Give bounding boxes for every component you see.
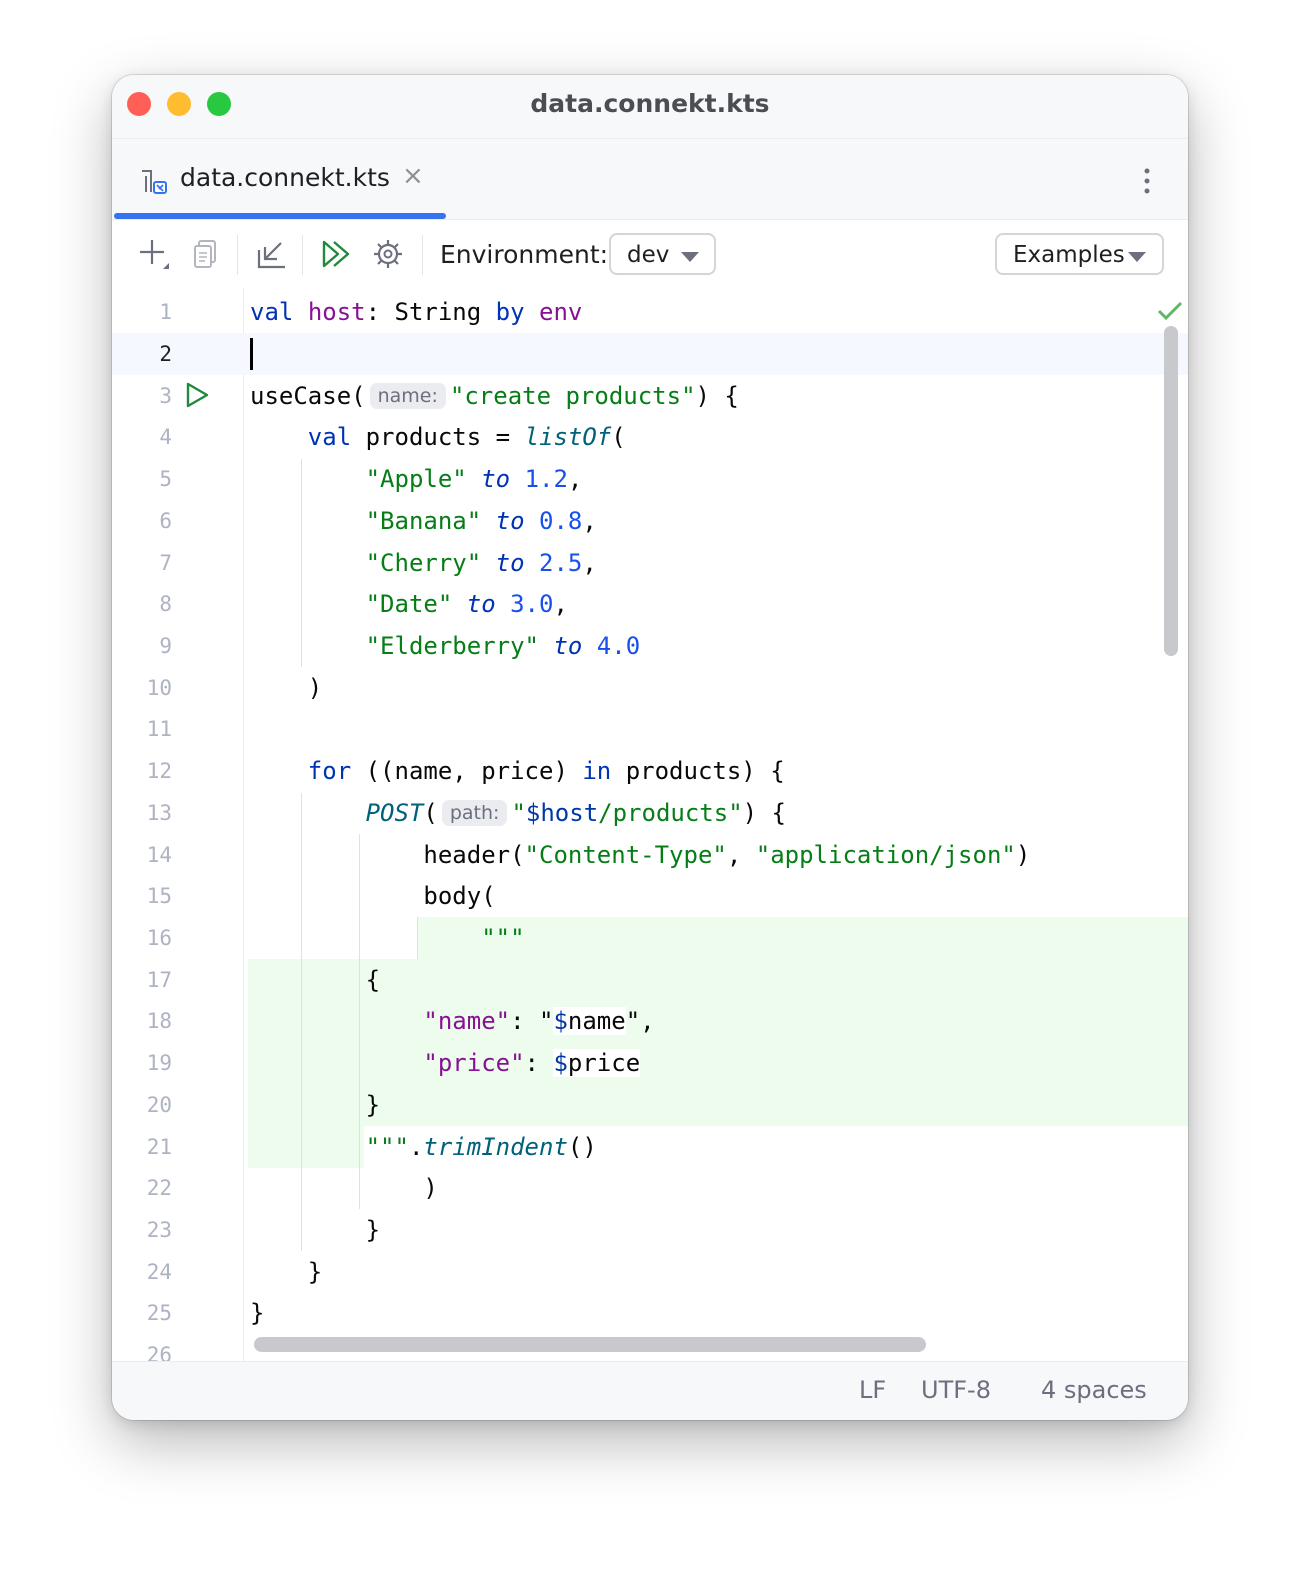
code-line-current: 2 [112, 333, 1188, 375]
text-caret [250, 338, 253, 370]
code-line: 24 } [112, 1251, 1188, 1293]
line-number: 19 [146, 1051, 172, 1075]
tab-data-connekt[interactable]: data.connekt.kts × [112, 139, 446, 219]
line-number: 3 [159, 384, 172, 408]
code-line: 22 ) [112, 1167, 1188, 1209]
environment-dropdown[interactable]: dev [609, 233, 716, 275]
code-line: 4 val products = listOf( [112, 416, 1188, 458]
connekt-file-icon [142, 170, 167, 194]
code-line: 10 ) [112, 667, 1188, 709]
code-line: 13 POST(path: "$host/products") { [112, 792, 1188, 834]
line-number: 23 [146, 1218, 172, 1242]
code-line: 6 "Banana" to 0.8, [112, 500, 1188, 542]
code-line: 20 } [112, 1084, 1188, 1126]
examples-label: Examples [1013, 242, 1125, 268]
code-line: 23 } [112, 1209, 1188, 1251]
code-line: 14 header("Content-Type", "application/j… [112, 834, 1188, 876]
line-number: 16 [146, 926, 172, 950]
code-line: 15 body( [112, 875, 1188, 917]
code-line: 3 useCase(name: "create products") { [112, 375, 1188, 417]
close-tab-icon[interactable]: × [402, 161, 424, 191]
line-number: 12 [146, 759, 172, 783]
plus-icon[interactable] [136, 236, 172, 272]
active-tab-indicator [114, 213, 446, 219]
line-number: 15 [146, 884, 172, 908]
code-line: 16 """ [112, 917, 1188, 959]
indent-status[interactable]: 4 spaces [1041, 1376, 1147, 1404]
vertical-scrollbar[interactable] [1164, 326, 1178, 656]
encoding-status[interactable]: UTF-8 [921, 1376, 991, 1404]
status-bar: LF UTF-8 4 spaces [112, 1361, 1188, 1420]
line-number: 21 [146, 1135, 172, 1159]
line-number: 13 [146, 801, 172, 825]
import-icon[interactable] [254, 236, 290, 272]
parameter-hint: path: [441, 800, 508, 826]
gear-icon[interactable] [370, 236, 406, 272]
line-number: 2 [159, 342, 172, 366]
line-number: 6 [159, 509, 172, 533]
line-number: 9 [159, 634, 172, 658]
line-number: 7 [159, 551, 172, 575]
ide-window: data.connekt.kts data.connekt.kts × Envi… [112, 75, 1188, 1420]
line-number: 14 [146, 843, 172, 867]
environment-label: Environment: [440, 240, 609, 269]
window-title: data.connekt.kts [530, 89, 770, 118]
chevron-down-icon [1128, 252, 1146, 262]
code-line: 18 "name": "$name", [112, 1000, 1188, 1042]
line-number: 24 [146, 1260, 172, 1284]
code-line: 5 "Apple" to 1.2, [112, 458, 1188, 500]
line-number: 1 [159, 300, 172, 324]
line-number: 20 [146, 1093, 172, 1117]
code-line: 7 "Cherry" to 2.5, [112, 542, 1188, 584]
code-line: 25 } [112, 1292, 1188, 1334]
examples-dropdown[interactable]: Examples [995, 233, 1164, 275]
code-line: 17 { [112, 959, 1188, 1001]
title-bar: data.connekt.kts [112, 75, 1188, 139]
line-number: 25 [146, 1301, 172, 1325]
inspection-ok-icon[interactable] [1156, 299, 1184, 323]
horizontal-scrollbar[interactable] [254, 1337, 926, 1352]
copy-icon[interactable] [188, 236, 224, 272]
chevron-down-icon [681, 252, 699, 262]
line-number: 10 [146, 676, 172, 700]
line-number: 17 [146, 968, 172, 992]
code-line: 21 """.trimIndent() [112, 1126, 1188, 1168]
code-line: 1 val host: String by env [112, 291, 1188, 333]
toolbar-separator [302, 235, 303, 275]
code-line: 9 "Elderberry" to 4.0 [112, 625, 1188, 667]
line-number: 22 [146, 1176, 172, 1200]
code-line: 11 [112, 708, 1188, 750]
environment-value: dev [627, 242, 670, 268]
line-number: 8 [159, 592, 172, 616]
line-number: 18 [146, 1009, 172, 1033]
line-separator-status[interactable]: LF [859, 1376, 886, 1404]
code-line: 8 "Date" to 3.0, [112, 583, 1188, 625]
line-number: 5 [159, 467, 172, 491]
tab-label: data.connekt.kts [180, 163, 390, 192]
run-all-icon[interactable] [318, 236, 354, 272]
line-number: 4 [159, 425, 172, 449]
line-number: 11 [146, 717, 172, 741]
line-number: 26 [146, 1343, 172, 1361]
editor-tab-bar: data.connekt.kts × [112, 139, 1188, 220]
toolbar-separator [422, 235, 423, 275]
toolbar-separator [237, 235, 238, 275]
run-icon[interactable] [182, 380, 212, 410]
more-options-icon[interactable] [1132, 163, 1162, 199]
code-line: 19 "price": $price [112, 1042, 1188, 1084]
editor-toolbar: Environment: dev Examples [112, 220, 1188, 288]
parameter-hint: name: [369, 383, 446, 409]
code-line: 12 for ((name, price) in products) { [112, 750, 1188, 792]
code-editor[interactable]: 1 val host: String by env 2 3 useCase(na… [112, 288, 1188, 1361]
